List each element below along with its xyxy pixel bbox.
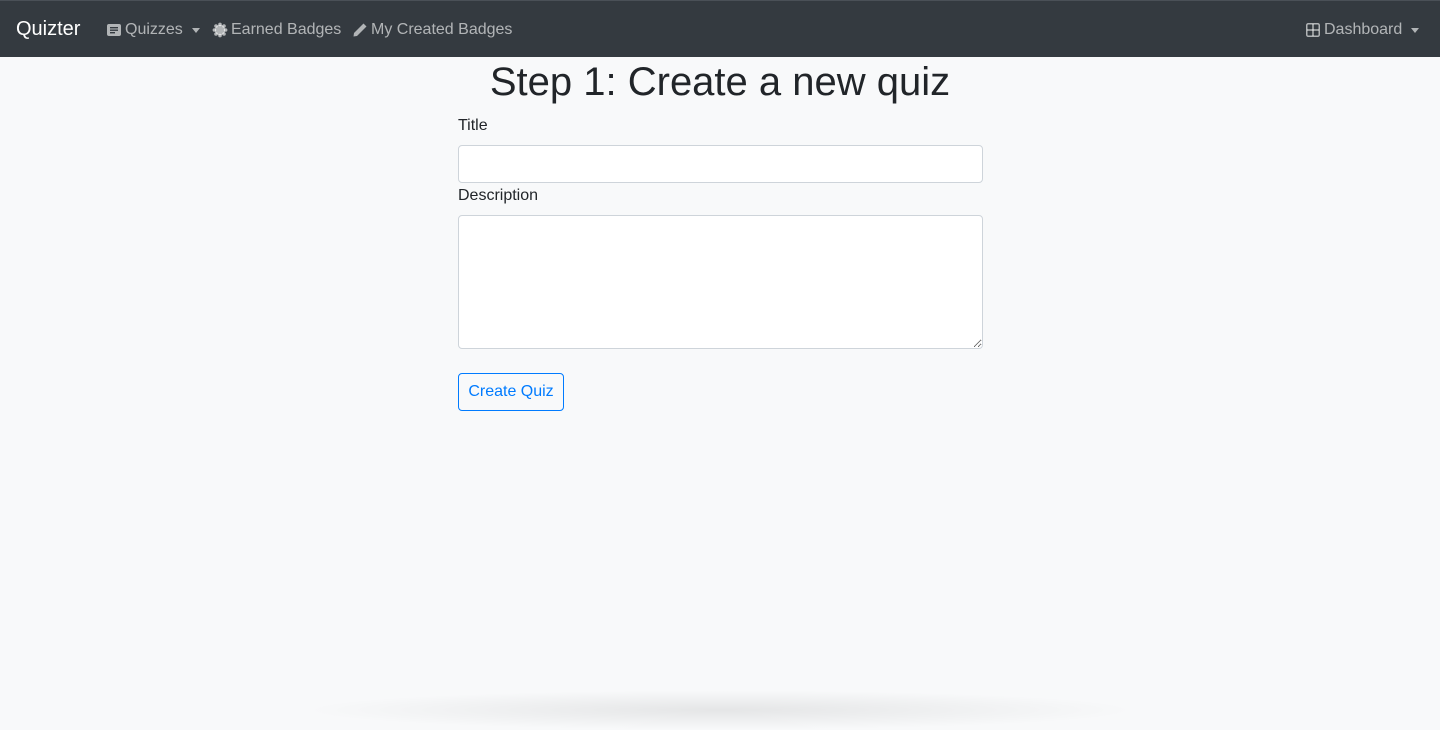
brand-link[interactable]: Quizter — [16, 17, 80, 41]
description-label: Description — [458, 187, 539, 204]
page-title: Step 1: Create a new quiz — [489, 60, 951, 104]
pencil-icon — [352, 22, 368, 38]
grid-icon — [1305, 22, 1321, 38]
quiz-list-icon — [106, 22, 122, 38]
nav-quizzes-dropdown[interactable]: Quizzes — [106, 19, 200, 41]
nav-my-created-badges[interactable]: My Created Badges — [352, 19, 512, 41]
nav-earned-badges-label: Earned Badges — [231, 21, 342, 38]
chevron-down-icon — [1411, 27, 1420, 33]
nav-earned-badges[interactable]: Earned Badges — [212, 19, 341, 41]
create-quiz-button[interactable]: Create Quiz — [458, 373, 564, 411]
nav-quizzes-label: Quizzes — [125, 21, 183, 38]
top-navbar: Quizter Quizzes Earned Badges My Created… — [0, 0, 1440, 57]
bottom-shadow — [300, 690, 1140, 730]
title-input[interactable] — [458, 145, 983, 183]
title-label: Title — [458, 117, 488, 134]
nav-dashboard-label: Dashboard — [1324, 21, 1403, 38]
badge-icon — [212, 22, 228, 38]
chevron-down-icon — [191, 27, 200, 33]
description-textarea[interactable] — [458, 215, 983, 349]
nav-dashboard-dropdown[interactable]: Dashboard — [1305, 19, 1420, 41]
nav-my-created-badges-label: My Created Badges — [371, 21, 513, 38]
